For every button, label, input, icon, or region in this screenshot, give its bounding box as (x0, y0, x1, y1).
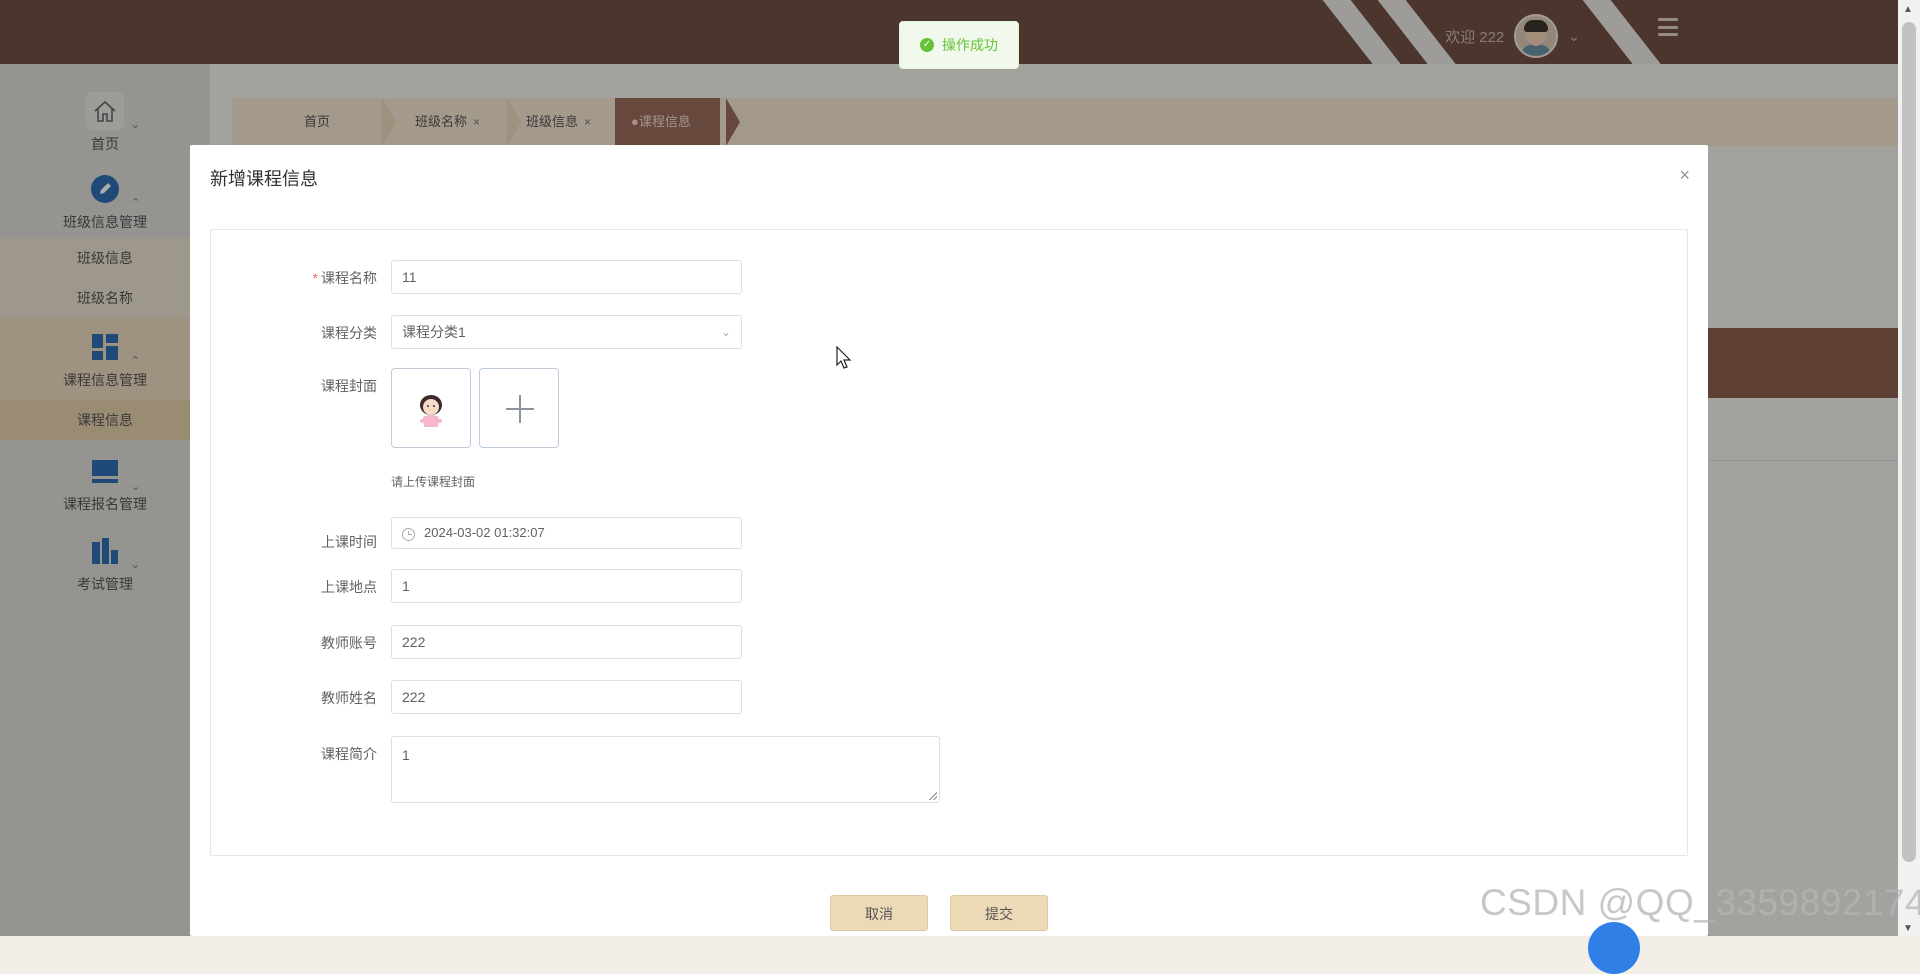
course-intro-label: 课程简介 (321, 746, 377, 762)
course-category-select[interactable]: 课程分类1 ⌄ (391, 315, 742, 349)
scroll-up-icon[interactable]: ▲ (1903, 4, 1913, 15)
floating-action-button[interactable] (1588, 922, 1640, 974)
class-location-input[interactable]: 1 (391, 569, 742, 603)
plus-icon (480, 369, 558, 447)
class-time-picker[interactable]: 2024-03-02 01:32:07 (391, 517, 742, 549)
class-time-label: 上课时间 (321, 534, 377, 550)
toast-message: 操作成功 (942, 37, 998, 53)
course-name-input[interactable]: 11 (391, 260, 742, 294)
course-cover-label: 课程封面 (321, 378, 377, 394)
cancel-button[interactable]: 取消 (830, 895, 928, 931)
chevron-down-icon: ⌄ (720, 325, 731, 339)
teacher-name-input[interactable]: 222 (391, 680, 742, 714)
dialog-title: 新增课程信息 (210, 169, 318, 189)
teacher-account-label: 教师账号 (321, 635, 377, 651)
cover-image (420, 395, 442, 427)
course-name-label: * 课程名称 (312, 270, 377, 286)
submit-button[interactable]: 提交 (950, 895, 1048, 931)
upload-tip: 请上传课程封面 (391, 475, 476, 489)
check-circle-icon: ✓ (920, 38, 934, 52)
resize-handle[interactable] (929, 792, 937, 800)
course-category-label: 课程分类 (321, 325, 377, 341)
page-scrollbar[interactable]: ▲ ▼ (1898, 0, 1920, 936)
teacher-account-input[interactable]: 222 (391, 625, 742, 659)
close-icon[interactable]: × (1679, 165, 1690, 186)
clock-icon (402, 528, 415, 541)
cover-thumbnail[interactable] (391, 368, 471, 448)
teacher-name-label: 教师姓名 (321, 690, 377, 706)
scroll-down-icon[interactable]: ▼ (1903, 923, 1913, 934)
add-course-dialog: 新增课程信息 × * 课程名称 11 课程分类 课程分类1 ⌄ 课程封面 请上传课… (190, 145, 1708, 936)
watermark: CSDN @QQ_3359892174 (1480, 882, 1920, 923)
course-form: *课程名称 11 课程分类 课程分类1 ⌄ 课程封面 请上传课程封面 上课时间 (210, 229, 1688, 856)
scrollbar-thumb[interactable] (1902, 22, 1916, 862)
success-toast: ✓ 操作成功 (899, 21, 1019, 69)
course-intro-textarea[interactable]: 1 (391, 736, 940, 803)
class-location-label: 上课地点 (321, 579, 377, 595)
mouse-cursor-icon (836, 346, 852, 369)
upload-button[interactable] (479, 368, 559, 448)
